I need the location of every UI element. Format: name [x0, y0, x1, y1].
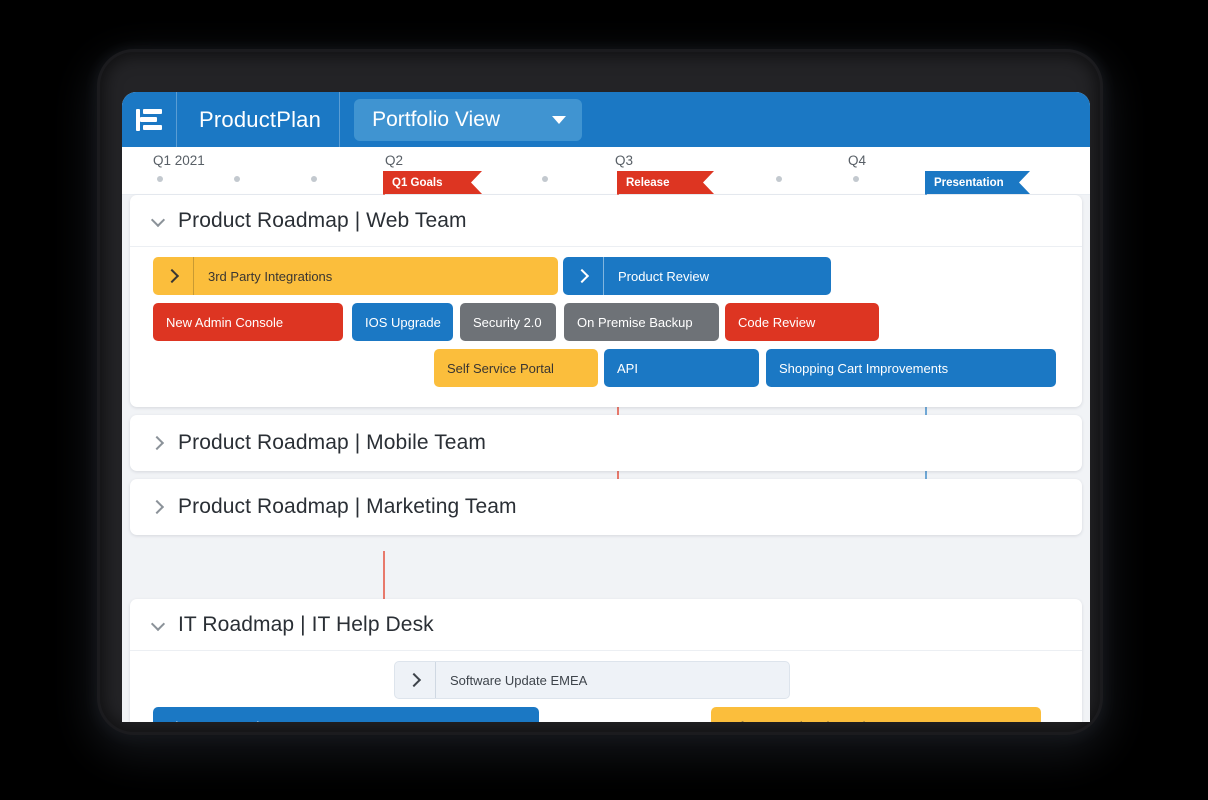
roadmap-title: IT Roadmap | IT Help Desk: [178, 612, 434, 636]
bar-label: Self Service Portal: [447, 360, 554, 376]
roadmap-card: IT Roadmap | IT Help Desk Software Update…: [130, 599, 1082, 722]
view-selector-label: Portfolio View: [372, 107, 501, 131]
roadmap-lane: New Admin Console IOS Upgrade Security 2.0…: [130, 303, 1082, 349]
roadmap-lane: 3rd Party Integrations Product Review: [130, 257, 1082, 303]
brand-name: ProductPlan: [177, 92, 341, 147]
productplan-logo-icon: [136, 108, 162, 131]
roadmap-lanes: Software Update EMEA Hire 5 OPs Engineers…: [130, 651, 1082, 722]
app-window: ProductPlan Portfolio View Q1 2021 Q2 Q3 Q4…: [122, 92, 1090, 722]
roadmap-card: Product Roadmap | Marketing Team: [130, 479, 1082, 535]
bar-label: Shopping Cart Improvements: [779, 360, 949, 376]
board-spacer: [122, 543, 1090, 599]
roadmap-bar[interactable]: API: [604, 349, 759, 387]
roadmap-bar[interactable]: New Admin Console: [153, 303, 343, 341]
roadmap-bar[interactable]: Security 2.0: [460, 303, 556, 341]
timeline-header: Q1 2021 Q2 Q3 Q4 Release Presentation Q1 Goals: [122, 147, 1090, 195]
app-header: ProductPlan Portfolio View: [122, 92, 1090, 147]
timeline-quarter-label: Q1 2021: [153, 153, 205, 168]
roadmap-card-header[interactable]: IT Roadmap | IT Help Desk: [130, 599, 1082, 651]
roadmap-card-header[interactable]: Product Roadmap | Web Team: [130, 195, 1082, 247]
roadmap-title: Product Roadmap | Web Team: [178, 208, 467, 232]
roadmap-lane: Self Service Portal API Shopping Cart Impr…: [130, 349, 1082, 395]
chevron-right-icon[interactable]: [153, 257, 193, 295]
timeline-quarter-label: Q2: [385, 153, 404, 168]
roadmap-bar[interactable]: Code Review: [725, 303, 879, 341]
bar-label: Security 2.0: [473, 314, 542, 330]
timeline-tick-dot: [542, 176, 548, 182]
chevron-down-icon: [552, 115, 567, 124]
bar-label: Product Review: [618, 268, 710, 284]
roadmap-card-header[interactable]: Product Roadmap | Marketing Team: [130, 479, 1082, 535]
milestone-flag[interactable]: Release: [617, 171, 714, 194]
roadmap-lanes: 3rd Party Integrations Product Review New …: [130, 247, 1082, 407]
timeline-tick-dot: [157, 176, 163, 182]
timeline-tick-dot: [776, 176, 782, 182]
milestone-flag[interactable]: Q1 Goals: [383, 171, 482, 194]
roadmap-container-bar[interactable]: 3rd Party Integrations: [153, 257, 558, 295]
roadmap-lane: Software Update EMEA: [130, 661, 1082, 707]
timeline-quarter-label: Q4: [848, 153, 867, 168]
roadmap-container-bar[interactable]: Software Update EMEA: [394, 661, 790, 699]
roadmap-card: Product Roadmap | Web Team 3rd Party Inte…: [130, 195, 1082, 407]
roadmap-title: Product Roadmap | Marketing Team: [178, 495, 517, 518]
roadmap-bar[interactable]: On Premise Backup: [564, 303, 719, 341]
bar-label: Software Update (APAC): [711, 719, 868, 723]
bar-label: Code Review: [738, 314, 816, 330]
roadmap-lane: Hire 5 OPs Engineers Software Update (APA…: [130, 707, 1082, 722]
bar-label: Hire 5 OPs Engineers: [153, 719, 292, 723]
milestone-flag[interactable]: Presentation: [925, 171, 1030, 194]
roadmap-title: Product Roadmap | Mobile Team: [178, 431, 486, 454]
roadmap-card-header[interactable]: Product Roadmap | Mobile Team: [130, 415, 1082, 471]
roadmap-bar[interactable]: Self Service Portal: [434, 349, 598, 387]
roadmap-bar[interactable]: IOS Upgrade: [352, 303, 453, 341]
chevron-right-icon[interactable]: [395, 662, 435, 698]
roadmap-bar[interactable]: Shopping Cart Improvements: [766, 349, 1056, 387]
bar-label: 3rd Party Integrations: [208, 268, 333, 284]
roadmap-bar[interactable]: Hire 5 OPs Engineers: [153, 707, 539, 722]
roadmap-container-bar[interactable]: Product Review: [563, 257, 831, 295]
roadmap-board: Product Roadmap | Web Team 3rd Party Inte…: [122, 185, 1090, 722]
view-selector-dropdown[interactable]: Portfolio View: [354, 98, 583, 141]
chevron-right-icon[interactable]: [152, 500, 166, 514]
chevron-right-icon[interactable]: [563, 257, 603, 295]
bar-label: New Admin Console: [166, 314, 284, 330]
chevron-down-icon[interactable]: [152, 214, 166, 228]
roadmap-card: Product Roadmap | Mobile Team: [130, 415, 1082, 471]
roadmap-bar[interactable]: Software Update (APAC): [711, 707, 1041, 722]
timeline-tick-dot: [311, 176, 317, 182]
bar-label: API: [617, 360, 638, 376]
timeline-quarter-label: Q3: [615, 153, 634, 168]
timeline-tick-dot: [853, 176, 859, 182]
bar-label: Software Update EMEA: [450, 672, 588, 688]
chevron-right-icon[interactable]: [152, 436, 166, 450]
bar-label: IOS Upgrade: [365, 314, 441, 330]
bar-label: On Premise Backup: [577, 314, 693, 330]
logo-button[interactable]: [122, 92, 177, 147]
chevron-down-icon[interactable]: [152, 618, 166, 632]
timeline-tick-dot: [234, 176, 240, 182]
